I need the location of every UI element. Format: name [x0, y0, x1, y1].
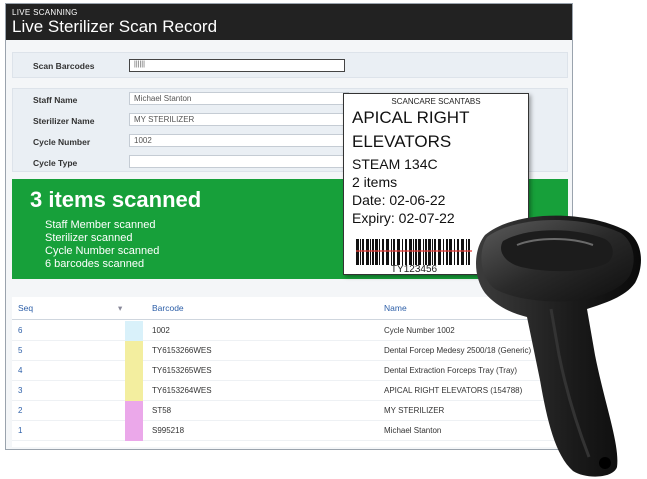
status-line: Cycle Number scanned: [45, 245, 160, 257]
cycle-number-field[interactable]: 1002: [129, 134, 349, 147]
barcode-bar: [432, 239, 433, 265]
row-seq: 5: [18, 346, 23, 355]
row-color-swatch: [125, 361, 143, 381]
barcode-bar: [443, 239, 444, 265]
barcode-bar: [391, 239, 392, 265]
barcode-bar: [446, 239, 448, 265]
barcode-bar: [413, 239, 414, 265]
label-expiry: Expiry: 02-07-22: [352, 210, 455, 226]
sort-chevron-icon[interactable]: ▾: [118, 297, 122, 319]
row-name: Cycle Number 1002: [384, 326, 455, 335]
barcode-bar: [397, 239, 400, 265]
barcode-bar: [379, 239, 380, 265]
barcode-bar: [356, 239, 359, 265]
barcode-bar: [405, 239, 407, 265]
title-bar: LIVE SCANNING Live Sterilizer Scan Recor…: [6, 4, 572, 40]
barcode-bar: [423, 239, 424, 265]
scan-barcodes-input[interactable]: ||||||: [129, 59, 345, 72]
label-item-line1: APICAL RIGHT: [352, 108, 470, 127]
barcode-bar: [386, 239, 389, 265]
barcode-bar: [393, 239, 395, 265]
seq-column-header[interactable]: Seq: [18, 297, 33, 319]
name-column-header[interactable]: Name: [384, 297, 407, 319]
row-seq: 6: [18, 326, 23, 335]
barcode-bar: [360, 239, 361, 265]
status-line: Staff Member scanned: [45, 219, 156, 231]
items-scanned-count: 3 items scanned: [30, 187, 202, 212]
barcode-bar: [415, 239, 417, 265]
label-date: Date: 02-06-22: [352, 192, 446, 208]
row-barcode: S995218: [152, 426, 185, 435]
barcode-bar: [409, 239, 412, 265]
row-color-swatch: [125, 321, 143, 341]
row-color-swatch: [125, 341, 143, 361]
row-seq: 2: [18, 406, 23, 415]
barcode-bar: [362, 239, 364, 265]
label-item-line2: ELEVATORS: [352, 132, 452, 151]
barcode-bar: [438, 239, 441, 265]
barcode-bar: [418, 239, 421, 265]
label-method: STEAM 134C: [352, 156, 438, 172]
cycle-number-label: Cycle Number: [33, 137, 91, 147]
row-color-swatch: [125, 381, 143, 401]
row-barcode: ST58: [152, 406, 172, 415]
label-count: 2 items: [352, 174, 398, 190]
barcode-bar: [366, 239, 369, 265]
scan-panel: Scan Barcodes ||||||: [12, 52, 568, 78]
barcode-bar: [449, 239, 452, 265]
barcode-bar: [425, 239, 427, 265]
row-barcode: TY6153264WES: [152, 386, 212, 395]
barcode-bar: [370, 239, 371, 265]
sterilizer-name-label: Sterilizer Name: [33, 116, 95, 126]
row-barcode: TY6153266WES: [152, 346, 212, 355]
row-seq: 3: [18, 386, 23, 395]
barcode-bar: [434, 239, 436, 265]
row-seq: 4: [18, 366, 23, 375]
page-title: Live Sterilizer Scan Record: [12, 17, 218, 36]
barcode-bar: [372, 239, 374, 265]
label-brand: SCANCARE SCANTABS: [391, 97, 481, 106]
barcode-scanner-image: [476, 215, 641, 477]
scan-barcodes-label: Scan Barcodes: [33, 61, 95, 71]
app-subtitle: LIVE SCANNING: [12, 8, 78, 17]
barcode-bar: [382, 239, 384, 265]
row-barcode: TY6153265WES: [152, 366, 212, 375]
staff-name-label: Staff Name: [33, 95, 78, 105]
row-seq: 1: [18, 426, 23, 435]
status-line: Sterilizer scanned: [45, 232, 133, 244]
barcode-bar: [428, 239, 431, 265]
barcode-bar: [375, 239, 378, 265]
barcode-column-header[interactable]: Barcode: [152, 297, 184, 319]
row-barcode: 1002: [152, 326, 170, 335]
row-color-swatch: [125, 401, 143, 421]
status-line: 6 barcodes scanned: [45, 258, 145, 270]
row-name: Michael Stanton: [384, 426, 442, 435]
row-name: MY STERILIZER: [384, 406, 445, 415]
cycle-type-label: Cycle Type: [33, 158, 78, 168]
row-color-swatch: [125, 421, 143, 441]
cycle-type-field[interactable]: [129, 155, 349, 168]
barcode-bar: [402, 239, 403, 265]
staff-name-field[interactable]: Michael Stanton: [129, 92, 349, 105]
sterilizer-name-field[interactable]: MY STERILIZER: [129, 113, 349, 126]
